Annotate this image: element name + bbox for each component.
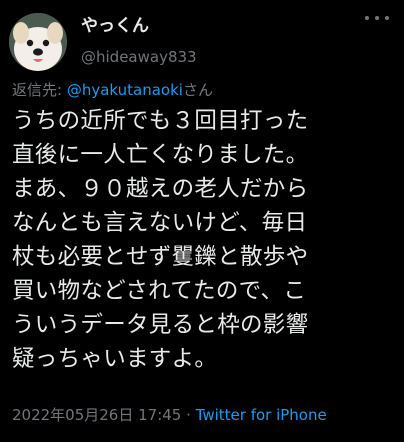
tweet-body: うちの近所でも３回目打った 直後に一人亡くなりました。 まあ、９０越えの老人だか… [12,104,398,376]
tweet-line: まあ、９０越えの老人だから [12,176,309,202]
reply-to-line: 返信先: @hyakutanaokiさん [12,80,213,100]
tweet-meta: 2022年05月26日 17:45 · Twitter for iPhone [12,405,327,425]
tweet-line: うちの近所でも３回目打った [12,108,309,134]
more-horizontal-icon[interactable] [365,11,389,25]
source-link[interactable]: Twitter for iPhone [196,406,327,424]
reply-prefix: 返信先: [12,81,67,99]
tweet-line: ういうデータ見ると枠の影響 [12,312,309,338]
tweet-line: なんとも言えないけど、毎日 [12,210,308,236]
avatar[interactable] [9,13,67,71]
display-name[interactable]: やっくん [81,15,197,37]
user-handle[interactable]: @hideaway833 [81,47,197,67]
tweet-line: 買い物などされてたので、こ [12,278,307,304]
tweet-header: やっくん @hideaway833 [9,5,395,71]
timestamp-link[interactable]: 2022年05月26日 17:45 [12,406,181,424]
reply-mention-link[interactable]: @hyakutanaoki [67,81,183,99]
tweet-line: 直後に一人亡くなりました。 [12,142,309,168]
dog-avatar-icon [9,13,67,71]
reply-suffix: さん [182,81,213,99]
meta-separator: · [181,406,196,424]
tweet-line: 疑っちゃいますよ。 [12,346,218,372]
tweet-line: 杖も必要とせず矍鑠と散歩や [12,244,309,270]
